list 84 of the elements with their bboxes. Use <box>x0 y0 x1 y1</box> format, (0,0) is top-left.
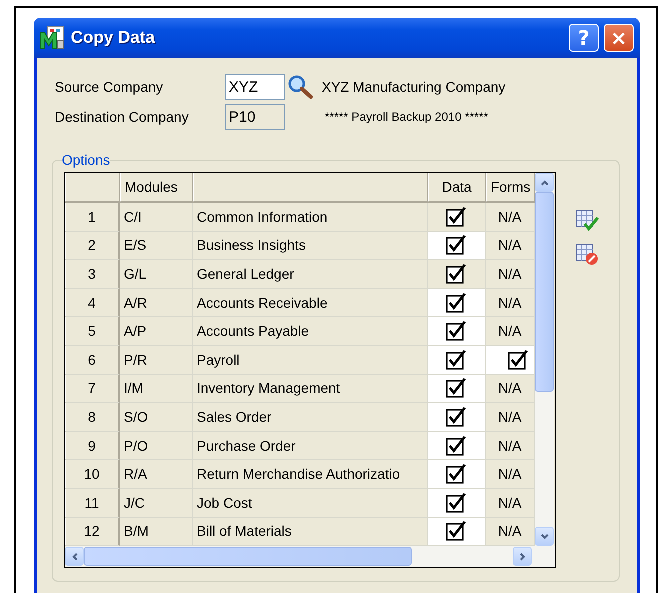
table-cell: Accounts Payable <box>193 317 428 346</box>
column-header[interactable]: Modules <box>120 173 193 203</box>
close-button[interactable]: × <box>604 24 634 52</box>
row-number: 5 <box>65 317 120 346</box>
table-cell: P/O <box>120 432 193 460</box>
company-name: ***** Payroll Backup 2010 ***** <box>325 110 488 124</box>
scroll-down-button[interactable] <box>535 527 554 546</box>
field-label: Source Company <box>55 79 164 95</box>
row-number: 3 <box>65 260 120 289</box>
table-cell: Common Information <box>193 203 428 232</box>
data-cell[interactable] <box>428 260 486 289</box>
table-cell: I/M <box>120 374 193 404</box>
table-cell: J/C <box>120 488 193 518</box>
data-cell[interactable] <box>428 317 486 346</box>
input-field[interactable]: P10 <box>225 104 285 130</box>
checkbox[interactable] <box>446 464 468 484</box>
table-cell: Inventory Management <box>193 374 428 404</box>
table-cell: Accounts Receivable <box>193 288 428 318</box>
table-cell: S/O <box>120 403 193 432</box>
checkbox[interactable] <box>446 521 468 542</box>
chevron-down-icon <box>540 532 550 542</box>
checkbox[interactable] <box>446 206 468 227</box>
row-number: 9 <box>65 432 120 460</box>
checkbox[interactable] <box>508 350 530 370</box>
select-all-icon[interactable] <box>576 210 600 232</box>
data-cell[interactable] <box>428 403 486 432</box>
input-field[interactable]: XYZ <box>225 74 285 100</box>
table-cell: Return Merchandise Authorizatio <box>193 460 428 489</box>
group-title: Options <box>62 152 110 168</box>
data-cell[interactable] <box>428 374 486 404</box>
row-number: 7 <box>65 374 120 404</box>
column-header[interactable]: Data <box>428 173 486 203</box>
table-cell: R/A <box>120 460 193 489</box>
checkbox[interactable] <box>446 235 468 256</box>
data-cell[interactable] <box>428 518 486 546</box>
help-button[interactable]: ? <box>569 24 599 52</box>
corner-header <box>65 173 120 203</box>
window-title: Copy Data <box>71 28 156 48</box>
data-cell[interactable] <box>428 460 486 489</box>
checkbox[interactable] <box>446 292 468 313</box>
table-cell: E/S <box>120 232 193 260</box>
table-cell: General Ledger <box>193 260 428 289</box>
scroll-right-button[interactable] <box>513 547 532 566</box>
checkbox[interactable] <box>446 378 468 398</box>
table-cell: P/R <box>120 346 193 375</box>
scroll-thumb[interactable] <box>535 192 554 392</box>
table-cell: A/R <box>120 288 193 318</box>
scroll-left-button[interactable] <box>65 547 84 566</box>
app-icon <box>40 26 66 50</box>
checkbox[interactable] <box>446 321 468 342</box>
row-number: 6 <box>65 346 120 375</box>
scroll-thumb[interactable] <box>84 547 412 566</box>
data-cell[interactable] <box>428 232 486 260</box>
forms-cell[interactable] <box>486 346 535 375</box>
company-name: XYZ Manufacturing Company <box>322 79 506 95</box>
checkbox[interactable] <box>446 406 468 427</box>
scroll-up-button[interactable] <box>535 173 554 192</box>
row-number: 1 <box>65 203 120 232</box>
checkbox[interactable] <box>446 350 468 370</box>
table-cell: Business Insights <box>193 232 428 260</box>
search-icon[interactable] <box>288 75 314 99</box>
clear-all-icon[interactable] <box>576 244 600 266</box>
table-cell: A/P <box>120 317 193 346</box>
row-number: 11 <box>65 488 120 518</box>
row-number: 2 <box>65 232 120 260</box>
data-cell[interactable] <box>428 203 486 232</box>
checkbox[interactable] <box>446 492 468 513</box>
table-cell: Payroll <box>193 346 428 375</box>
checkbox[interactable] <box>446 436 468 456</box>
row-number: 4 <box>65 288 120 318</box>
row-number: 8 <box>65 403 120 432</box>
table-cell: C/I <box>120 203 193 232</box>
data-cell[interactable] <box>428 488 486 518</box>
data-cell[interactable] <box>428 288 486 318</box>
checkbox[interactable] <box>446 264 468 284</box>
row-number: 10 <box>65 460 120 489</box>
table-cell: G/L <box>120 260 193 289</box>
table-cell: Purchase Order <box>193 432 428 460</box>
data-cell[interactable] <box>428 346 486 375</box>
field-label: Destination Company <box>55 109 190 125</box>
chevron-right-icon <box>518 552 528 562</box>
table-cell: Sales Order <box>193 403 428 432</box>
data-cell[interactable] <box>428 432 486 460</box>
table-cell: Job Cost <box>193 488 428 518</box>
